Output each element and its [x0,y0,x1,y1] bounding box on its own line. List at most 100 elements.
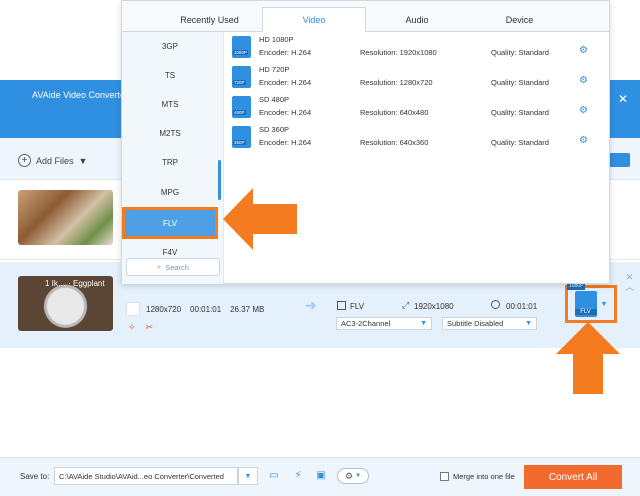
convert-all-to-dropdown[interactable] [608,153,630,167]
chevron-down-icon: ▼ [525,320,532,327]
chevron-up-icon[interactable]: ︿ [625,282,634,292]
source-format-icon [126,302,140,316]
row-side-controls: ✕ ︿ [625,272,634,292]
preset-resolution: Resolution: 1280x720 [360,78,433,87]
close-icon[interactable]: ✕ [618,92,628,106]
hardware-accel-off-icon[interactable]: ⚡ [290,467,306,483]
tab-audio[interactable]: Audio [367,7,467,32]
tab-device[interactable]: Device [467,7,572,32]
preset-icon-label: 360P [233,140,246,145]
preset-quality: Quality: Standard [491,108,549,117]
arrow-up-annotation-icon [556,322,620,394]
video-file-icon: 360P [232,126,251,148]
save-path-dropdown[interactable]: ▼ [238,467,258,485]
source-info: 1280x720 00:01:01 26.37 MB [146,305,264,314]
format-search-box[interactable]: ⌕ Search [126,258,220,276]
preset-name: HD 720P [259,65,290,74]
audio-track-value: AC3-2Channel [341,319,391,328]
gear-icon[interactable]: ⚙ [579,135,588,146]
merge-checkbox[interactable] [440,472,449,481]
category-item[interactable]: MTS [122,92,218,116]
save-path-input[interactable]: C:\AVAide Studio\AVAid...eo Converter\Co… [54,467,238,485]
preset-quality: Quality: Standard [491,48,549,57]
plus-icon: + [18,154,31,167]
format-file-icon: FLV [574,291,597,317]
category-scrollbar[interactable] [218,160,221,200]
preset-quality: Quality: Standard [491,78,549,87]
video-file-icon: 480P [232,96,251,118]
thumbnail-title: 1 Ik… · Eggplant [45,279,105,288]
preset-name: HD 1080P [259,35,294,44]
output-format: FLV [350,302,365,311]
gear-icon[interactable]: ⚙ [579,75,588,86]
video-file-icon: 1080P [232,36,251,58]
chevron-down-icon: ▼ [420,320,427,327]
resize-icon: ⤢ [402,300,410,310]
preset-name: SD 480P [259,95,290,104]
film-icon [337,301,346,310]
category-item[interactable]: TS [122,63,218,87]
save-to-label: Save to: [20,472,50,481]
folder-icon[interactable]: ▭ [266,467,282,483]
cut-icon[interactable]: ✂ [146,322,154,333]
source-size: 26.37 MB [230,305,265,314]
chevron-down-icon: ▼ [600,300,608,308]
preset-quality: Quality: Standard [491,138,549,147]
category-item[interactable]: MPG [122,180,218,204]
edit-icon[interactable]: ✧ [128,322,136,333]
preset-resolution: Resolution: 640x480 [360,108,429,117]
convert-all-button[interactable]: Convert All [524,465,622,489]
preset-encoder: Encoder: H.264 [259,78,312,87]
preset-icon-label: 1080P [233,50,249,55]
tab-recently-used[interactable]: Recently Used [152,7,267,32]
category-item[interactable]: M2TS [122,121,218,145]
search-icon: ⌕ [157,262,162,271]
preset-row[interactable]: 1080P HD 1080P Encoder: H.264 Resolution… [225,32,610,62]
gear-icon: ⚙ [344,470,354,481]
preset-encoder: Encoder: H.264 [259,48,312,57]
settings-button[interactable]: ⚙ ▼ [337,468,369,484]
chevron-down-icon: ▼ [78,155,88,166]
preset-name: SD 360P [259,125,290,134]
format-category-list: 3GP TS MTS M2TS TRP MPG FLV F4V ⌕ Search [122,32,224,284]
format-badge-label: FLV [574,309,597,315]
audio-track-select[interactable]: AC3-2Channel ▼ [336,317,432,330]
format-popup: Recently Used Video Audio Device 3GP TS … [121,0,610,284]
gear-icon[interactable]: ⚙ [579,45,588,56]
preset-row[interactable]: 720P HD 720P Encoder: H.264 Resolution: … [225,62,610,92]
category-item-selected[interactable]: FLV [122,207,218,239]
preset-resolution: Resolution: 1920x1080 [360,48,437,57]
output-duration: 00:01:01 [506,302,538,311]
category-item[interactable]: 3GP [122,34,218,58]
preset-row[interactable]: 360P SD 360P Encoder: H.264 Resolution: … [225,122,610,152]
edit-tools: ✧ ✂ [128,322,153,333]
close-icon[interactable]: ✕ [625,272,634,282]
gear-icon[interactable]: ⚙ [579,105,588,116]
preset-encoder: Encoder: H.264 [259,138,312,147]
chevron-down-icon: ▼ [355,473,362,479]
preset-icon-label: 720P [233,80,246,85]
subtitle-value: Subtitle Disabled [447,319,504,328]
clock-icon [491,300,500,309]
preset-icon-label: 480P [233,110,246,115]
output-resolution: 1920x1080 [414,302,454,311]
format-tabs: Recently Used Video Audio Device [122,1,609,32]
app-title: AVAide Video Converter ( [32,90,134,100]
subtitle-select[interactable]: Subtitle Disabled ▼ [442,317,537,330]
source-duration: 00:01:01 [190,305,222,314]
source-resolution: 1280x720 [146,305,182,314]
preset-encoder: Encoder: H.264 [259,108,312,117]
output-format-button[interactable]: FLV ▼ [565,285,617,323]
preset-row[interactable]: 480P SD 480P Encoder: H.264 Resolution: … [225,92,610,122]
arrow-right-icon: ➜ [305,297,317,313]
gpu-icon[interactable]: ▣ [313,467,329,483]
search-placeholder: Search [165,262,189,272]
arrow-left-annotation-icon [223,188,297,250]
tab-video[interactable]: Video [262,7,366,32]
merge-label: Merge into one file [453,472,515,481]
video-file-icon: 720P [232,66,251,88]
category-item[interactable]: TRP [122,150,218,174]
add-files-label: Add Files [36,155,74,166]
video-thumbnail[interactable] [18,190,113,245]
add-files-button[interactable]: + Add Files ▼ [18,154,87,167]
